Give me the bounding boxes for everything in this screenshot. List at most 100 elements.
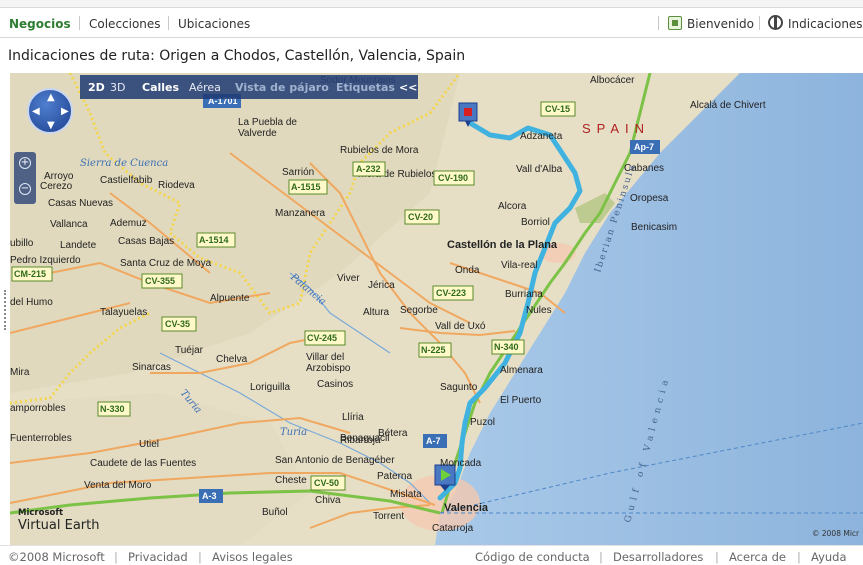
nav-item-negocios[interactable]: Negocios	[9, 17, 71, 31]
svg-text:Torrent: Torrent	[373, 511, 404, 522]
map-view-toolbar: 2D 3D Calles Aérea Vista de pájaro Etiqu…	[80, 75, 418, 99]
labels-toggle[interactable]: Etiquetas	[336, 81, 395, 94]
svg-text:N-330: N-330	[100, 404, 125, 414]
footer-separator: |	[797, 550, 801, 564]
svg-text:CV-190: CV-190	[438, 173, 468, 183]
svg-text:Vallanca: Vallanca	[50, 219, 88, 230]
footer-link-privacy[interactable]: Privacidad	[128, 550, 188, 564]
svg-text:Jérica: Jérica	[368, 280, 395, 291]
svg-text:Almenara: Almenara	[500, 365, 543, 376]
nav-item-colecciones[interactable]: Colecciones	[89, 17, 161, 31]
svg-text:Adzaneta: Adzaneta	[520, 131, 563, 142]
svg-text:Viver: Viver	[337, 273, 360, 284]
svg-text:Talayuelas: Talayuelas	[100, 307, 147, 318]
svg-text:Altura: Altura	[363, 307, 390, 318]
footer-link-developers[interactable]: Desarrolladores	[613, 550, 703, 564]
virtual-earth-logo: Microsoft Virtual Earth	[18, 508, 99, 533]
svg-text:Catarroja: Catarroja	[432, 523, 474, 534]
svg-text:Alcalá de Chivert: Alcalá de Chivert	[690, 100, 766, 111]
pan-compass-control[interactable]: ▲ ▼ ◀ ▶	[27, 88, 73, 134]
svg-text:Moncada: Moncada	[440, 458, 482, 469]
svg-text:Benicasim: Benicasim	[631, 222, 677, 233]
svg-text:Alcora: Alcora	[498, 201, 527, 212]
svg-text:La Puebla de: La Puebla de	[238, 117, 297, 128]
svg-text:A-1515: A-1515	[291, 182, 321, 192]
svg-text:Sinarcas: Sinarcas	[132, 362, 171, 373]
svg-text:N-340: N-340	[494, 342, 519, 352]
footer-link-about[interactable]: Acerca de	[729, 550, 786, 564]
svg-text:Ademuz: Ademuz	[110, 218, 147, 229]
map-copyright: © 2008 Micr	[812, 529, 860, 538]
svg-text:Bétera: Bétera	[378, 428, 408, 439]
svg-text:Oropesa: Oropesa	[630, 193, 669, 204]
panel-resize-grip[interactable]	[4, 290, 6, 330]
map-canvas[interactable]: Albocácer Alcalá de Chivert Cabanes Orop…	[10, 73, 863, 545]
svg-text:Landete: Landete	[60, 240, 97, 251]
pan-right-arrow-icon[interactable]: ▶	[61, 107, 69, 117]
svg-text:Albocácer: Albocácer	[590, 75, 635, 86]
svg-text:Vall d'Alba: Vall d'Alba	[516, 164, 563, 175]
svg-text:Arzobispo: Arzobispo	[306, 363, 351, 374]
svg-text:CV-355: CV-355	[145, 276, 175, 286]
nav-separator	[658, 16, 659, 30]
footer-link-code-of-conduct[interactable]: Código de conducta	[475, 550, 590, 564]
welcome-icon[interactable]	[668, 16, 682, 30]
welcome-link[interactable]: Bienvenido	[687, 17, 754, 31]
svg-text:A-232: A-232	[356, 164, 381, 174]
road-style-button[interactable]: Calles	[142, 81, 179, 94]
footer-link-help[interactable]: Ayuda	[811, 550, 847, 564]
aerial-style-button[interactable]: Aérea	[189, 81, 221, 94]
svg-text:Llíria: Llíria	[342, 412, 364, 423]
svg-text:Cerezo: Cerezo	[40, 181, 73, 192]
birds-eye-button[interactable]: Vista de pájaro	[235, 81, 329, 94]
svg-text:Onda: Onda	[455, 265, 480, 276]
svg-text:Manzanera: Manzanera	[275, 208, 325, 219]
steering-wheel-icon[interactable]	[768, 15, 783, 30]
pan-up-arrow-icon[interactable]: ▲	[47, 93, 55, 103]
svg-text:Castielfabib: Castielfabib	[100, 175, 153, 186]
svg-text:Valencia: Valencia	[444, 502, 489, 514]
view-3d-button[interactable]: 3D	[110, 81, 125, 94]
svg-text:A-3: A-3	[202, 491, 217, 501]
page-footer: ©2008 Microsoft | Privacidad | Avisos le…	[0, 545, 863, 565]
svg-text:Fuenterrobles: Fuenterrobles	[10, 433, 72, 444]
footer-separator: |	[114, 550, 118, 564]
svg-text:Tuéjar: Tuéjar	[175, 345, 204, 356]
map-view[interactable]: Albocácer Alcalá de Chivert Cabanes Orop…	[10, 73, 863, 545]
footer-separator: |	[715, 550, 719, 564]
logo-microsoft-text: Microsoft	[18, 508, 64, 518]
svg-text:Turia: Turia	[280, 427, 307, 438]
directions-link[interactable]: Indicaciones	[788, 17, 863, 31]
svg-text:Sarrión: Sarrión	[282, 167, 314, 178]
svg-text:Casas Bajas: Casas Bajas	[118, 236, 174, 247]
pan-down-arrow-icon[interactable]: ▼	[47, 121, 55, 131]
zoom-in-icon[interactable]: +	[19, 157, 31, 169]
svg-text:Vila-real: Vila-real	[501, 260, 538, 271]
nav-item-ubicaciones[interactable]: Ubicaciones	[178, 17, 250, 31]
svg-text:Riodeva: Riodeva	[158, 180, 195, 191]
svg-text:Caudete de las Fuentes: Caudete de las Fuentes	[90, 458, 196, 469]
zoom-out-icon[interactable]: −	[19, 183, 31, 195]
route-title: Indicaciones de ruta: Origen a Chodos, C…	[8, 48, 466, 64]
svg-text:Chelva: Chelva	[216, 354, 248, 365]
svg-text:Utiel: Utiel	[139, 439, 159, 450]
svg-text:Burriana: Burriana	[505, 289, 543, 300]
svg-text:A-7: A-7	[426, 436, 441, 446]
svg-text:Vall de Uxó: Vall de Uxó	[435, 321, 486, 332]
svg-text:CM-215: CM-215	[14, 269, 46, 279]
svg-text:Loriguilla: Loriguilla	[250, 382, 290, 393]
collapse-toolbar-button[interactable]: <<	[399, 81, 417, 94]
svg-text:A-1514: A-1514	[199, 235, 229, 245]
footer-link-legal[interactable]: Avisos legales	[212, 550, 293, 564]
svg-text:San Antonio de Benagéber: San Antonio de Benagéber	[275, 455, 395, 466]
svg-text:Paterna: Paterna	[377, 471, 412, 482]
svg-text:Venta del Moro: Venta del Moro	[84, 480, 152, 491]
nav-separator	[759, 16, 760, 30]
pan-left-arrow-icon[interactable]: ◀	[32, 107, 40, 117]
svg-text:Nules: Nules	[526, 305, 552, 316]
svg-text:CV-35: CV-35	[165, 319, 190, 329]
svg-text:CV-15: CV-15	[545, 104, 570, 114]
view-2d-button[interactable]: 2D	[88, 81, 105, 94]
svg-text:Segorbe: Segorbe	[400, 305, 438, 316]
svg-text:Sagunto: Sagunto	[440, 382, 478, 393]
